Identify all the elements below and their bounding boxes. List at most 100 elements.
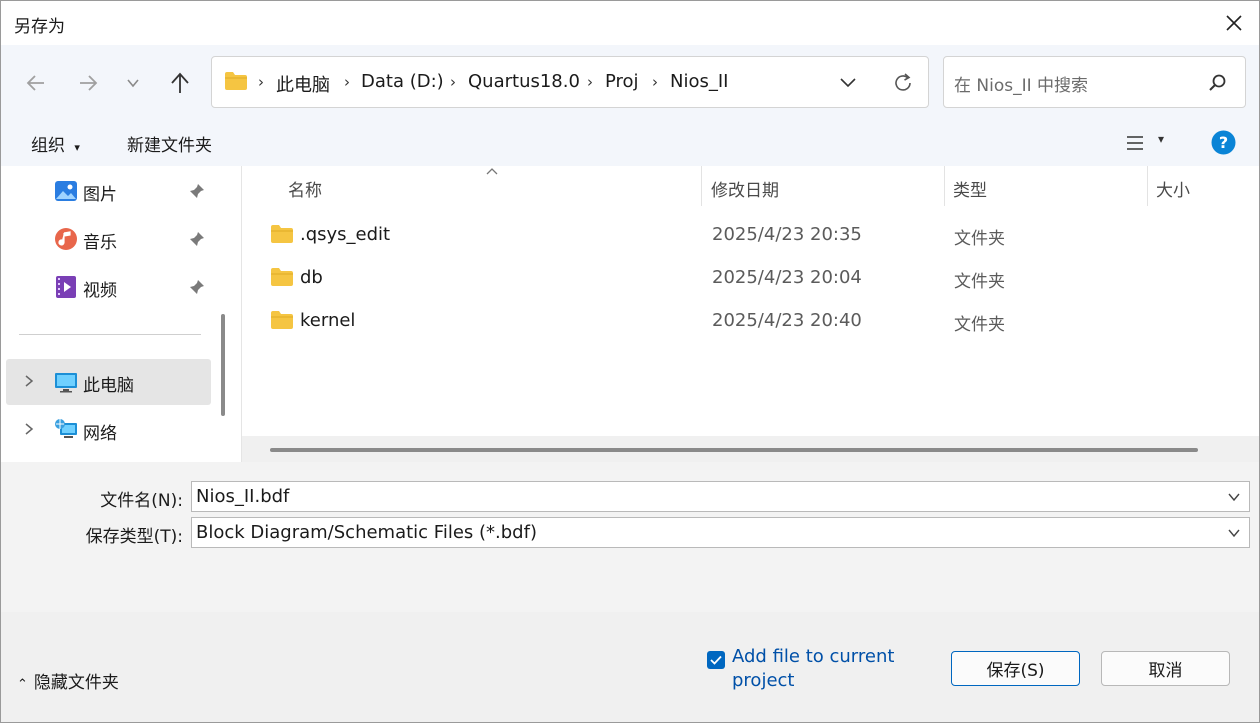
file-type: 文件夹 bbox=[954, 229, 1005, 249]
chevron-right-icon[interactable] bbox=[21, 421, 37, 437]
filename-input[interactable]: Nios_II.bdf bbox=[196, 486, 289, 507]
title-bar: 另存为 bbox=[1, 1, 1259, 45]
sidebar-item-videos[interactable]: 视频 bbox=[1, 264, 213, 310]
up-arrow-icon bbox=[171, 72, 189, 93]
chevron-up-icon: ⌃ bbox=[17, 677, 28, 692]
sidebar-item-label: 网络 bbox=[83, 424, 117, 444]
search-input[interactable]: 在 Nios_II 中搜索 bbox=[954, 71, 1088, 96]
file-date: 2025/4/23 20:40 bbox=[712, 310, 862, 331]
up-button[interactable] bbox=[163, 66, 197, 100]
pin-icon[interactable] bbox=[189, 279, 205, 295]
back-button[interactable] bbox=[19, 66, 53, 100]
sidebar-scrollbar[interactable] bbox=[221, 314, 225, 416]
table-row[interactable]: kernel 2025/4/23 20:40 文件夹 bbox=[242, 300, 1259, 343]
hide-folders-label: 隐藏文件夹 bbox=[33, 673, 119, 693]
this-pc-icon bbox=[55, 373, 77, 393]
close-button[interactable] bbox=[1209, 1, 1259, 45]
chevron-right-icon: › bbox=[450, 73, 456, 91]
filetype-value: Block Diagram/Schematic Files (*.bdf) bbox=[196, 522, 537, 543]
sidebar-item-music[interactable]: 音乐 bbox=[1, 216, 213, 262]
sidebar-item-label: 视频 bbox=[83, 281, 117, 301]
chevron-down-icon bbox=[127, 79, 139, 88]
sidebar-item-label: 此电脑 bbox=[83, 376, 134, 396]
chevron-right-icon: › bbox=[587, 73, 593, 91]
column-header-size[interactable]: 大小 bbox=[1156, 176, 1190, 201]
new-folder-button[interactable]: 新建文件夹 bbox=[127, 131, 212, 156]
breadcrumb-quartus[interactable]: Quartus18.0 bbox=[468, 71, 580, 92]
address-history-chevron-icon[interactable] bbox=[839, 75, 857, 91]
refresh-icon[interactable] bbox=[892, 72, 914, 94]
column-divider[interactable] bbox=[701, 166, 702, 206]
pin-icon[interactable] bbox=[189, 183, 205, 199]
save-form: 文件名(N): Nios_II.bdf 保存类型(T): Block Diagr… bbox=[1, 462, 1259, 722]
search-icon[interactable] bbox=[1208, 73, 1228, 93]
column-header-type[interactable]: 类型 bbox=[953, 176, 987, 201]
column-divider[interactable] bbox=[944, 166, 945, 206]
column-divider[interactable] bbox=[1147, 166, 1148, 206]
pin-icon[interactable] bbox=[189, 231, 205, 247]
file-name: .qsys_edit bbox=[300, 224, 391, 245]
breadcrumb-drive[interactable]: Data (D:) bbox=[361, 71, 444, 92]
navigation-bar: › 此电脑 › Data (D:) › Quartus18.0 › Proj ›… bbox=[1, 45, 1259, 120]
file-list: 名称 修改日期 类型 大小 .qsys_edit 2025/4/23 20:35… bbox=[241, 166, 1259, 462]
add-file-checkbox[interactable] bbox=[707, 651, 725, 669]
view-options-dropdown-icon[interactable]: ▾ bbox=[1158, 132, 1164, 146]
file-type: 文件夹 bbox=[954, 272, 1005, 292]
recent-locations-button[interactable] bbox=[116, 66, 150, 100]
cancel-button[interactable]: 取消 bbox=[1101, 651, 1230, 686]
file-name: db bbox=[300, 267, 323, 288]
forward-button[interactable] bbox=[71, 66, 105, 100]
view-options-icon[interactable] bbox=[1125, 133, 1145, 153]
breadcrumb-nios[interactable]: Nios_II bbox=[670, 71, 728, 92]
add-file-label[interactable]: Add file to current project bbox=[732, 645, 932, 693]
table-row[interactable]: db 2025/4/23 20:04 文件夹 bbox=[242, 257, 1259, 300]
column-header-name[interactable]: 名称 bbox=[288, 176, 322, 201]
filename-label: 文件名(N): bbox=[100, 491, 183, 511]
navigation-pane: 图片 音乐 视频 此电脑 网络 bbox=[1, 166, 237, 462]
breadcrumb-this-pc[interactable]: 此电脑 bbox=[276, 71, 330, 97]
window-title: 另存为 bbox=[14, 17, 65, 37]
sidebar-item-this-pc[interactable]: 此电脑 bbox=[6, 359, 211, 405]
horizontal-scrollbar[interactable] bbox=[242, 436, 1259, 462]
sidebar-item-pictures[interactable]: 图片 bbox=[1, 168, 213, 214]
horizontal-scroll-thumb[interactable] bbox=[270, 448, 1198, 452]
svg-text:?: ? bbox=[1219, 133, 1228, 152]
chevron-down-icon[interactable] bbox=[1227, 490, 1241, 504]
address-bar[interactable]: › 此电脑 › Data (D:) › Quartus18.0 › Proj ›… bbox=[211, 56, 929, 108]
videos-icon bbox=[56, 276, 76, 298]
dropdown-arrow-icon: ▾ bbox=[74, 141, 80, 154]
pictures-icon bbox=[55, 181, 77, 201]
folder-icon bbox=[225, 72, 247, 90]
chevron-down-icon[interactable] bbox=[1227, 526, 1241, 540]
search-box[interactable]: 在 Nios_II 中搜索 bbox=[943, 56, 1246, 108]
close-icon bbox=[1226, 15, 1242, 31]
sidebar-item-network[interactable]: 网络 bbox=[1, 407, 213, 453]
filename-field[interactable]: Nios_II.bdf bbox=[191, 481, 1250, 512]
forward-arrow-icon bbox=[80, 75, 98, 91]
folder-icon bbox=[271, 311, 293, 329]
folder-icon bbox=[271, 225, 293, 243]
table-row[interactable]: .qsys_edit 2025/4/23 20:35 文件夹 bbox=[242, 214, 1259, 257]
save-button[interactable]: 保存(S) bbox=[951, 651, 1080, 686]
command-toolbar: 组织 ▾ 新建文件夹 ▾ ? bbox=[1, 120, 1259, 166]
sidebar-item-label: 图片 bbox=[83, 185, 117, 205]
hide-folders-toggle[interactable]: ⌃ 隐藏文件夹 bbox=[17, 668, 119, 693]
checkmark-icon bbox=[710, 655, 722, 665]
music-icon bbox=[55, 228, 77, 250]
breadcrumb-proj[interactable]: Proj bbox=[605, 71, 639, 92]
help-icon[interactable]: ? bbox=[1211, 130, 1236, 155]
save-as-dialog: 另存为 › 此电脑 › Data (D:) › Quartus18.0 › Pr… bbox=[0, 0, 1260, 723]
filetype-label: 保存类型(T): bbox=[85, 527, 183, 547]
sidebar-divider bbox=[19, 334, 201, 335]
organize-label: 组织 bbox=[31, 136, 65, 156]
file-date: 2025/4/23 20:35 bbox=[712, 224, 862, 245]
file-name: kernel bbox=[300, 310, 356, 331]
organize-menu[interactable]: 组织 ▾ bbox=[31, 131, 80, 156]
chevron-right-icon[interactable] bbox=[21, 373, 37, 389]
column-header-date[interactable]: 修改日期 bbox=[711, 176, 779, 201]
back-arrow-icon bbox=[26, 75, 44, 91]
filetype-select[interactable]: Block Diagram/Schematic Files (*.bdf) bbox=[191, 517, 1250, 548]
chevron-right-icon: › bbox=[652, 73, 658, 91]
file-date: 2025/4/23 20:04 bbox=[712, 267, 862, 288]
sidebar-item-label: 音乐 bbox=[83, 233, 117, 253]
